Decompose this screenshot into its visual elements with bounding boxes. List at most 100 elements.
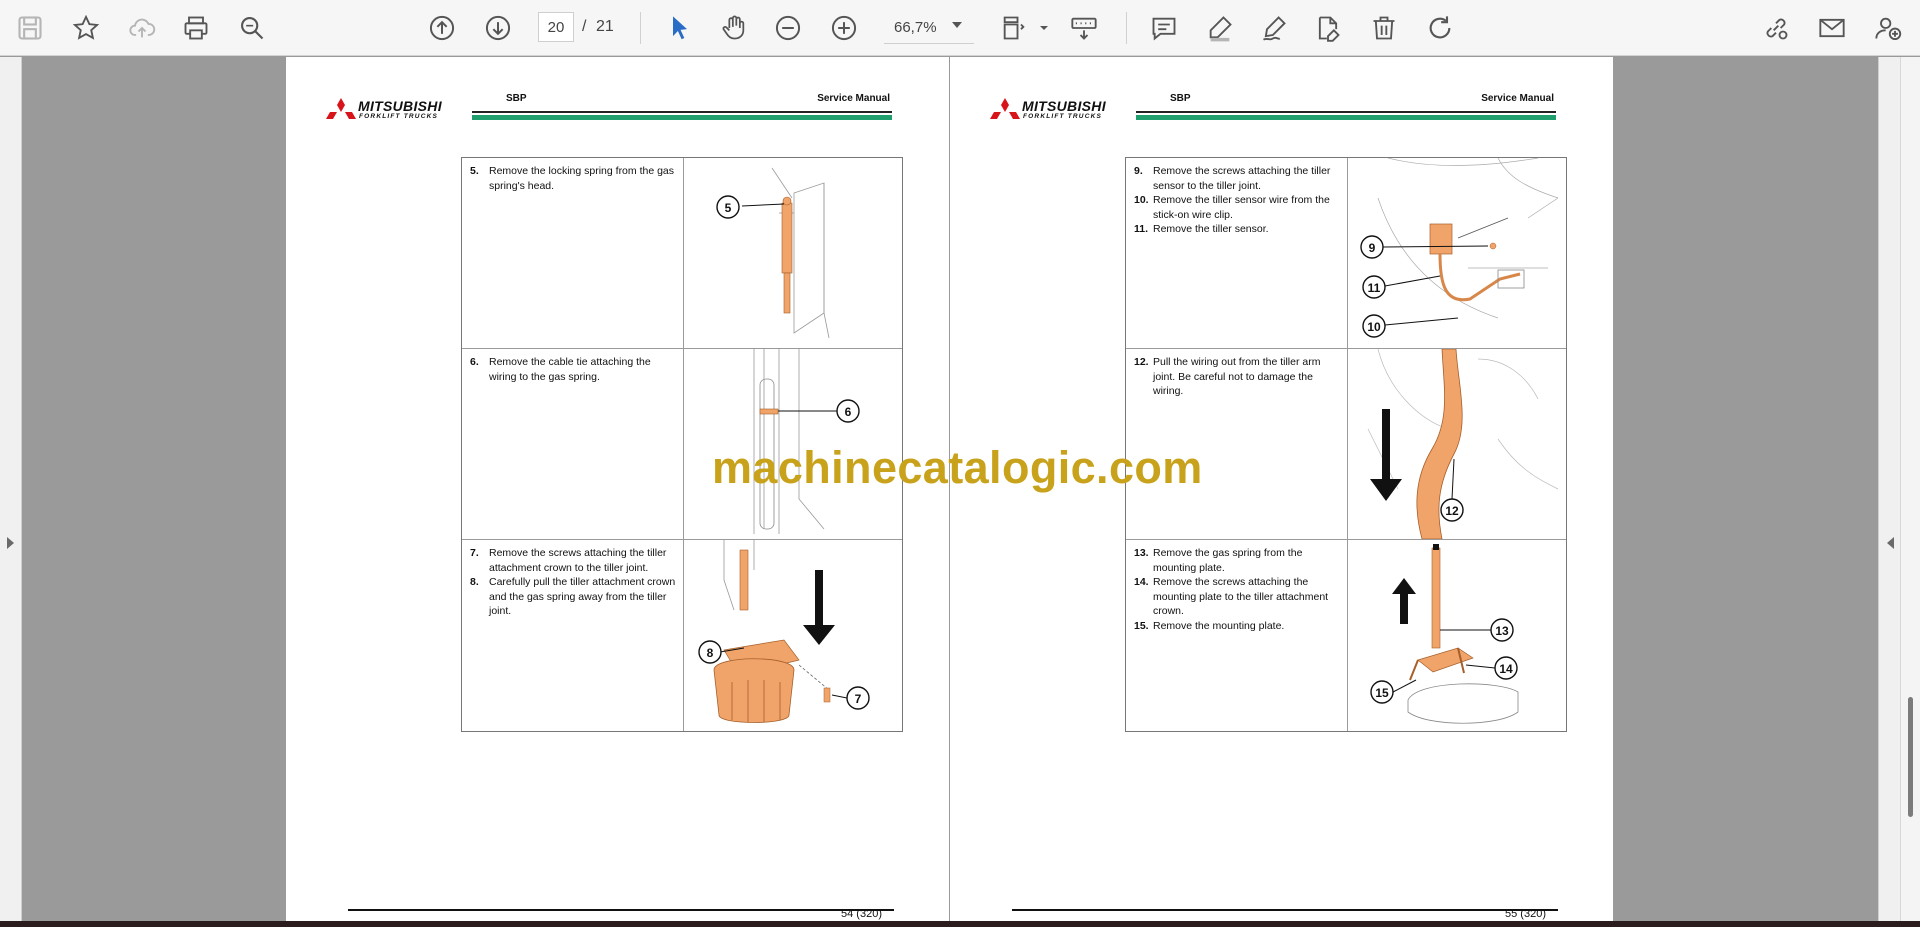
- hand-tool-icon[interactable]: [716, 10, 752, 46]
- callout-label: 11: [1368, 281, 1381, 295]
- logo-wordmark: MITSUBISHI: [358, 98, 442, 114]
- bookmark-star-icon[interactable]: [68, 10, 104, 46]
- diamond-logo-icon: [326, 98, 356, 119]
- doc-title: Service Manual: [1481, 93, 1554, 104]
- step-item: 8. Carefully pull the tiller attachment c…: [470, 576, 676, 617]
- doc-code: SBP: [1170, 93, 1191, 104]
- add-user-icon[interactable]: [1870, 10, 1906, 46]
- zoom-level-value: 66,7%: [894, 19, 937, 36]
- vertical-scrollbar[interactable]: [1900, 57, 1920, 927]
- draw-sign-icon[interactable]: [1256, 10, 1292, 46]
- previous-page-icon[interactable]: [424, 10, 460, 46]
- step-item: 10. Remove the tiller sensor wire from th…: [1134, 194, 1330, 221]
- save-icon[interactable]: [12, 10, 48, 46]
- header-rule: [472, 111, 892, 113]
- footer-rule: [1012, 909, 1558, 911]
- scrollbar-thumb[interactable]: [1908, 697, 1913, 817]
- diamond-logo-icon: [990, 98, 1020, 119]
- wiring-pull-illustration: 12: [1367, 349, 1559, 539]
- callout-label: 7: [855, 692, 862, 706]
- step-row: 9. Remove the screws attaching the tiller…: [1126, 158, 1566, 349]
- header-rule: [1136, 111, 1556, 113]
- chevron-down-icon[interactable]: [952, 22, 962, 28]
- find-text-icon[interactable]: [234, 10, 270, 46]
- logo-subtitle: FORKLIFT TRUCKS: [1023, 113, 1103, 120]
- watermark-text: machinecatalogic.com: [712, 442, 1203, 493]
- expand-left-icon: [1887, 537, 1894, 549]
- chevron-down-icon[interactable]: [1026, 10, 1062, 46]
- doc-title: Service Manual: [817, 93, 890, 104]
- step-row: 7. Remove the screws attaching the tiller…: [462, 540, 902, 731]
- bottom-edge: [0, 921, 1920, 927]
- callout-label: 9: [1369, 241, 1376, 255]
- page-number: 54 (320): [841, 908, 882, 920]
- tiller-sensor-illustration: 9 11 10: [1360, 158, 1559, 338]
- toolbar-divider: [1126, 12, 1127, 44]
- footer-rule: [348, 909, 894, 911]
- step-item: 15. Remove the mounting plate.: [1134, 619, 1285, 632]
- toolbar-divider: [640, 12, 641, 44]
- step-item: 14. Remove the screws attaching the mount…: [1134, 576, 1329, 617]
- step-item: 7. Remove the screws attaching the tiller…: [470, 547, 667, 574]
- zoom-in-icon[interactable]: [826, 10, 862, 46]
- callout-label: 5: [725, 201, 732, 215]
- mitsubishi-logo: MITSUBISHI FORKLIFT TRUCKS: [326, 97, 466, 123]
- page-number: 55 (320): [1505, 908, 1546, 920]
- print-icon[interactable]: [178, 10, 214, 46]
- header-accent-rule: [472, 115, 892, 120]
- left-panel-toggle[interactable]: [0, 57, 22, 927]
- keyboard-scroll-icon[interactable]: [1066, 10, 1102, 46]
- mounting-plate-illustration: 13 14 15: [1370, 544, 1519, 724]
- page-header: MITSUBISHI FORKLIFT TRUCKS SBP Service M…: [326, 93, 926, 153]
- callout-label: 15: [1375, 686, 1389, 700]
- trash-icon[interactable]: [1366, 10, 1402, 46]
- share-link-icon[interactable]: [1758, 10, 1794, 46]
- callout-label: 13: [1495, 624, 1509, 638]
- step-illustration: 8 7: [684, 540, 903, 731]
- right-panel-toggle[interactable]: [1878, 57, 1900, 927]
- cloud-upload-icon[interactable]: [124, 10, 160, 46]
- page-total: 21: [596, 18, 614, 35]
- next-page-icon[interactable]: [480, 10, 516, 46]
- step-item: 13. Remove the gas spring from the mounti…: [1134, 547, 1303, 574]
- header-accent-rule: [1136, 115, 1556, 120]
- callout-label: 14: [1499, 662, 1513, 676]
- step-illustration: 5: [684, 158, 903, 348]
- rotate-icon[interactable]: [1422, 10, 1458, 46]
- step-item: 6. Remove the cable tie attaching the wir…: [470, 356, 651, 383]
- step-text-cell: 9. Remove the screws attaching the tiller…: [1126, 158, 1348, 348]
- callout-label: 6: [845, 405, 852, 419]
- step-item: 12. Pull the wiring out from the tiller a…: [1134, 356, 1321, 397]
- step-text-cell: 7. Remove the screws attaching the tiller…: [462, 540, 684, 731]
- step-row: 13. Remove the gas spring from the mounti…: [1126, 540, 1566, 731]
- highlight-pen-icon[interactable]: [1202, 10, 1238, 46]
- expand-right-icon: [7, 537, 14, 549]
- step-item: 5. Remove the locking spring from the gas…: [470, 165, 675, 192]
- step-text-cell: 13. Remove the gas spring from the mounti…: [1126, 540, 1348, 731]
- email-icon[interactable]: [1814, 10, 1850, 46]
- step-item: 9. Remove the screws attaching the tiller…: [1134, 165, 1331, 192]
- page-separator: /: [582, 18, 587, 35]
- step-row: 5. Remove the locking spring from the gas…: [462, 158, 902, 349]
- step-text-cell: 5. Remove the locking spring from the gas…: [462, 158, 684, 348]
- callout-label: 10: [1367, 320, 1381, 334]
- edit-document-icon[interactable]: [1310, 10, 1346, 46]
- doc-code: SBP: [506, 93, 527, 104]
- mitsubishi-logo: MITSUBISHI FORKLIFT TRUCKS: [990, 97, 1130, 123]
- zoom-out-icon[interactable]: [770, 10, 806, 46]
- logo-wordmark: MITSUBISHI: [1022, 98, 1106, 114]
- step-illustration: 12: [1348, 349, 1567, 539]
- step-illustration: 13 14 15: [1348, 540, 1567, 731]
- page-number-input[interactable]: [538, 12, 574, 42]
- callout-label: 12: [1445, 504, 1459, 518]
- tiller-crown-illustration: 8 7: [698, 540, 870, 723]
- step-illustration: 9 11 10: [1348, 158, 1567, 348]
- zoom-level-select[interactable]: 66,7%: [884, 12, 974, 44]
- step-text-cell: 6. Remove the cable tie attaching the wir…: [462, 349, 684, 539]
- page-header: MITSUBISHI FORKLIFT TRUCKS SBP Service M…: [990, 93, 1590, 153]
- comment-icon[interactable]: [1146, 10, 1182, 46]
- step-item: 11. Remove the tiller sensor.: [1134, 223, 1269, 235]
- callout-label: 8: [707, 646, 714, 660]
- toolbar: / 21 66,7%: [0, 0, 1920, 56]
- select-cursor-icon[interactable]: [662, 10, 698, 46]
